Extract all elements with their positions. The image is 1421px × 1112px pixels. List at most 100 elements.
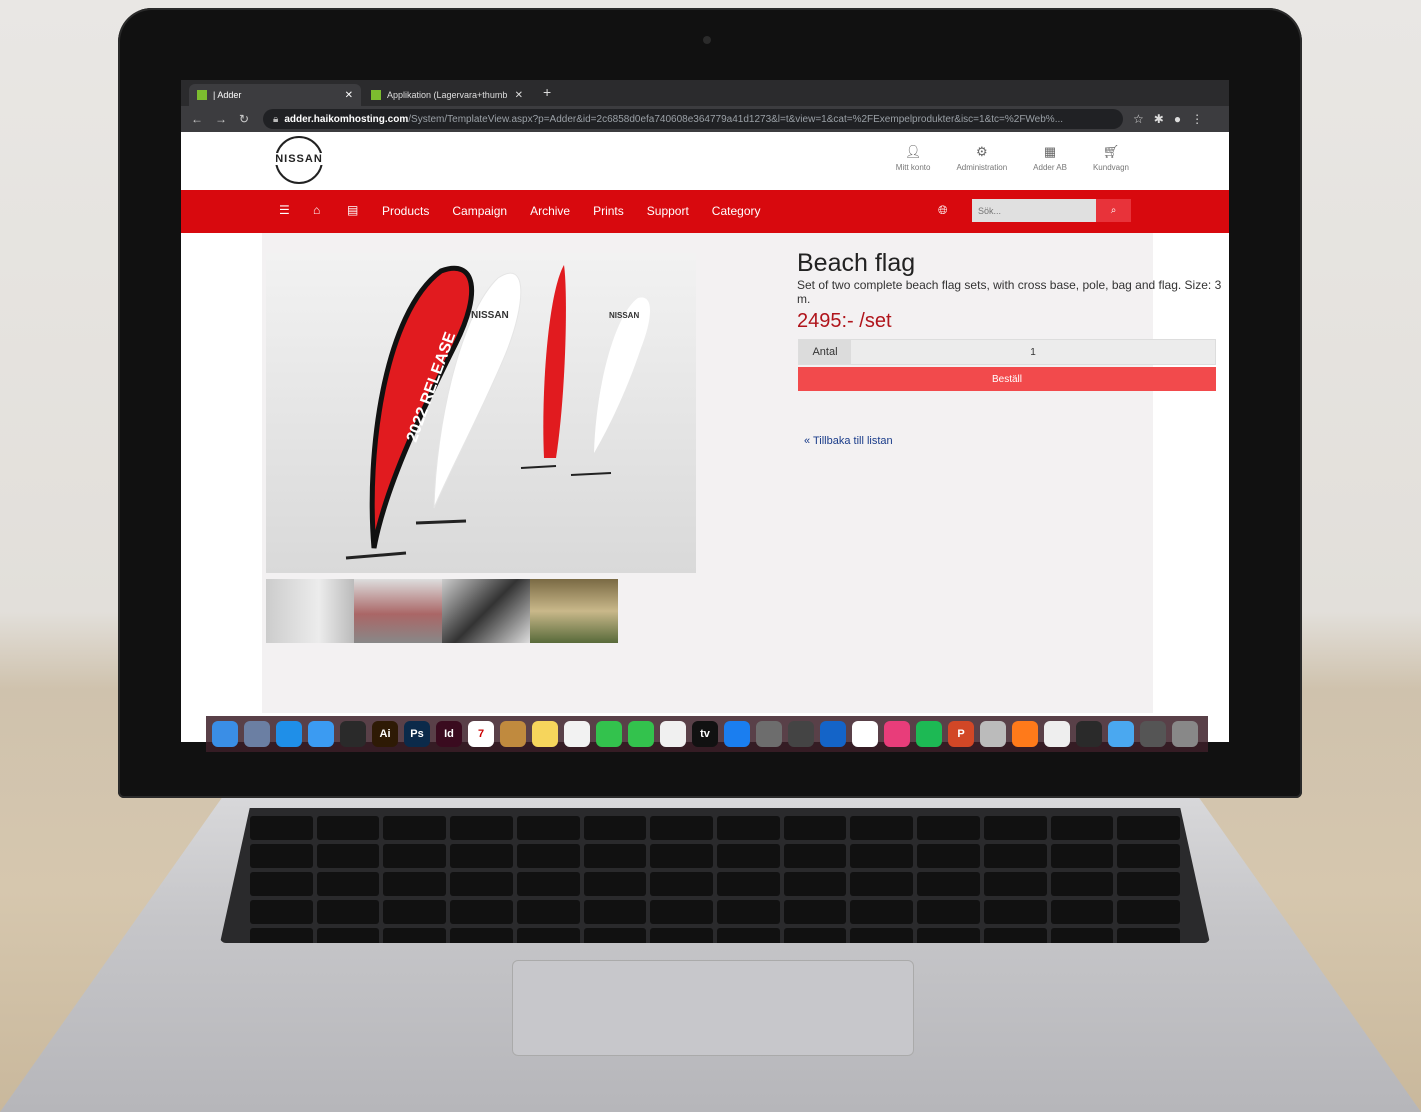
book-icon[interactable]: ▤ xyxy=(347,203,358,217)
thumbnail[interactable] xyxy=(530,579,618,643)
appstore-icon[interactable] xyxy=(724,721,750,747)
product-content: 2022 RELEASE NISSAN NISSAN Beach flag Se… xyxy=(262,233,1221,713)
keyboard-key xyxy=(450,872,513,896)
keyboard-key xyxy=(583,844,647,868)
keyboard-key xyxy=(450,900,513,924)
settings-icon[interactable] xyxy=(756,721,782,747)
header-link-company[interactable]: ▦ Adder AB xyxy=(1033,144,1067,172)
hamburger-icon[interactable]: ☰ xyxy=(279,203,290,217)
thumbnail[interactable] xyxy=(442,579,530,643)
keyboard-key xyxy=(1117,900,1180,924)
keyboard-key xyxy=(583,872,647,896)
menu-item-campaign[interactable]: Campaign xyxy=(452,204,507,218)
laptop-keyboard xyxy=(220,808,1210,943)
forward-icon[interactable]: → xyxy=(215,112,229,126)
header-link-cart[interactable]: 🛒︎ Kundvagn xyxy=(1093,144,1129,172)
close-tab-icon[interactable]: ✕ xyxy=(515,90,523,101)
quantity-input[interactable]: 1 xyxy=(851,340,1215,364)
menu-dots-icon[interactable]: ⋮ xyxy=(1191,112,1203,126)
keyboard-key xyxy=(316,900,380,924)
reload-icon[interactable]: ↻ xyxy=(239,112,253,126)
thumbnail[interactable] xyxy=(354,579,442,643)
keyboard-key xyxy=(250,816,313,840)
illustrator-icon[interactable]: Ai xyxy=(372,721,398,747)
search-button[interactable]: ⌕ xyxy=(1096,199,1131,222)
preview-icon[interactable] xyxy=(244,721,270,747)
header-link-label: Kundvagn xyxy=(1092,163,1129,172)
indesign-icon[interactable]: Id xyxy=(436,721,462,747)
menu-item-support[interactable]: Support xyxy=(647,204,689,218)
keyboard-icon[interactable] xyxy=(1140,721,1166,747)
menu-item-archive[interactable]: Archive xyxy=(530,204,570,218)
header-link-account[interactable]: 👤︎ Mitt konto xyxy=(896,144,931,172)
flag-brand-text-small: NISSAN xyxy=(609,311,639,320)
appletv-icon[interactable]: tv xyxy=(692,721,718,747)
reminders-icon[interactable] xyxy=(564,721,590,747)
mail-icon[interactable] xyxy=(308,721,334,747)
notes-icon[interactable] xyxy=(532,721,558,747)
calendar-icon[interactable]: 7 xyxy=(468,721,494,747)
calculator-icon[interactable] xyxy=(788,721,814,747)
extensions-icon[interactable]: ✱ xyxy=(1154,112,1164,126)
trash-icon[interactable] xyxy=(1172,721,1198,747)
keyboard-key xyxy=(717,844,780,868)
order-button[interactable]: Beställ xyxy=(798,367,1216,391)
profile-icon[interactable]: ● xyxy=(1174,112,1181,126)
messages-icon[interactable] xyxy=(596,721,622,747)
nissan-logo[interactable]: NISSAN xyxy=(269,136,329,186)
menu-item-prints[interactable]: Prints xyxy=(593,204,624,218)
acrobat-icon[interactable] xyxy=(340,721,366,747)
product-main-image[interactable]: 2022 RELEASE NISSAN NISSAN xyxy=(266,253,696,573)
creative-cloud-icon[interactable] xyxy=(884,721,910,747)
chrome-icon[interactable] xyxy=(852,721,878,747)
favicon-icon xyxy=(371,90,381,100)
keyboard-key xyxy=(850,844,914,868)
photoshop-icon[interactable]: Ps xyxy=(404,721,430,747)
new-tab-icon[interactable]: + xyxy=(543,84,551,100)
keyboard-key xyxy=(250,844,313,868)
url-path: /System/TemplateView.aspx?p=Adder&id=2c6… xyxy=(408,113,1064,125)
folder-icon[interactable] xyxy=(1108,721,1134,747)
contacts-icon[interactable] xyxy=(500,721,526,747)
url-field[interactable]: 🔒︎ adder.haikomhosting.com /System/Templ… xyxy=(263,109,1123,129)
keyboard-key xyxy=(850,816,914,840)
safari-icon[interactable] xyxy=(276,721,302,747)
keyboard-key xyxy=(383,844,447,868)
powerpoint-icon[interactable]: P xyxy=(948,721,974,747)
menu-item-products[interactable]: Products xyxy=(382,204,429,218)
spotify-icon[interactable] xyxy=(916,721,942,747)
search-input[interactable] xyxy=(972,199,1096,222)
outlook-icon[interactable] xyxy=(820,721,846,747)
numbers-icon[interactable] xyxy=(660,721,686,747)
close-tab-icon[interactable]: ✕ xyxy=(345,90,353,101)
keyboard-key xyxy=(1117,872,1180,896)
keyboard-key xyxy=(983,816,1047,840)
gears-icon: ⚙ xyxy=(975,144,988,159)
keyboard-key xyxy=(983,844,1047,868)
keyboard-key xyxy=(516,844,580,868)
star-icon[interactable]: ☆ xyxy=(1133,112,1144,126)
facetime-icon[interactable] xyxy=(628,721,654,747)
globe-icon[interactable]: 🌐︎ xyxy=(938,203,948,218)
keyboard-key xyxy=(316,816,380,840)
back-to-list-link[interactable]: « Tillbaka till listan xyxy=(804,435,893,447)
firefox-icon[interactable] xyxy=(1012,721,1038,747)
keyboard-key xyxy=(583,900,647,924)
pdf-icon[interactable] xyxy=(1076,721,1102,747)
home-icon[interactable]: ⌂ xyxy=(313,203,320,217)
macos-dock: Ai Ps Id 7 tv P xyxy=(206,716,1208,752)
fontbook-icon[interactable] xyxy=(980,721,1006,747)
header-link-administration[interactable]: ⚙ Administration xyxy=(956,144,1007,172)
header-link-label: Administration xyxy=(956,163,1008,172)
thumbnail[interactable] xyxy=(266,579,354,643)
document-icon[interactable] xyxy=(1044,721,1070,747)
tab-adder[interactable]: | Adder ✕ xyxy=(189,84,361,106)
finder-icon[interactable] xyxy=(212,721,238,747)
keyboard-key xyxy=(516,816,580,840)
menu-item-category[interactable]: Category xyxy=(712,204,761,218)
address-bar: ← → ↻ 🔒︎ adder.haikomhosting.com /System… xyxy=(181,106,1229,132)
keyboard-key xyxy=(917,844,980,868)
beach-flags-illustration: 2022 RELEASE NISSAN NISSAN xyxy=(345,265,651,560)
tab-applikation[interactable]: Applikation (Lagervara+thumb ✕ xyxy=(363,84,531,106)
back-icon[interactable]: ← xyxy=(191,112,205,126)
